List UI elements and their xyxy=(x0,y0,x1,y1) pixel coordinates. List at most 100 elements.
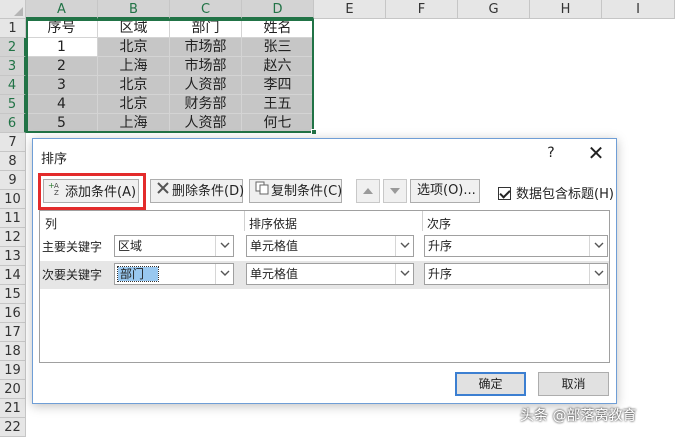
header-cell-dept[interactable]: 部门 xyxy=(170,19,242,38)
table-cell[interactable]: 财务部 xyxy=(170,95,242,114)
svg-text:Z: Z xyxy=(54,189,59,196)
secondary-column-value: 部门 xyxy=(116,266,160,282)
table-cell[interactable]: 北京 xyxy=(98,38,170,57)
sort-dialog: 排序 ? ✕ + A Z 添加条件(A) 删除条件(D) 复制条件(C) 选项(O)… xyxy=(32,138,617,404)
secondary-sort-on-select[interactable]: 单元格值 xyxy=(246,263,414,285)
checkbox-checked-icon[interactable] xyxy=(498,187,511,200)
chevron-down-icon xyxy=(589,236,607,256)
row-header-8[interactable]: 8 xyxy=(0,152,26,171)
column-header-h[interactable]: H xyxy=(530,0,602,19)
primary-sort-on-value: 单元格值 xyxy=(250,239,299,253)
column-header-f[interactable]: F xyxy=(386,0,458,19)
column-header-a[interactable]: A xyxy=(26,0,98,19)
has-header-label: 数据包含标题(H) xyxy=(516,187,614,202)
row-header-17[interactable]: 17 xyxy=(0,323,26,342)
column-header-i[interactable]: I xyxy=(602,0,675,19)
copy-level-label: 复制条件(C) xyxy=(271,184,343,199)
header-cell-seq[interactable]: 序号 xyxy=(26,19,98,38)
table-cell[interactable]: 1 xyxy=(26,38,98,57)
move-down-button[interactable] xyxy=(383,179,407,203)
table-cell[interactable]: 4 xyxy=(26,95,98,114)
row-header-6[interactable]: 6 xyxy=(0,114,26,133)
copy-level-button[interactable]: 复制条件(C) xyxy=(249,179,342,203)
table-cell[interactable]: 张三 xyxy=(242,38,314,57)
sort-on-header-label: 排序依据 xyxy=(249,217,298,231)
ok-button[interactable]: 确定 xyxy=(455,372,526,396)
order-header-label: 次序 xyxy=(427,217,452,231)
row-header-19[interactable]: 19 xyxy=(0,361,26,380)
row-header-2[interactable]: 2 xyxy=(0,38,26,57)
row-header-9[interactable]: 9 xyxy=(0,171,26,190)
dialog-title: 排序 xyxy=(41,152,68,167)
header-cell-name[interactable]: 姓名 xyxy=(242,19,314,38)
row-header-15[interactable]: 15 xyxy=(0,285,26,304)
delete-level-label: 删除条件(D) xyxy=(172,184,245,199)
row-header-16[interactable]: 16 xyxy=(0,304,26,323)
row-header-14[interactable]: 14 xyxy=(0,266,26,285)
table-cell[interactable]: 上海 xyxy=(98,57,170,76)
column-header-d[interactable]: D xyxy=(242,0,314,19)
row-header-20[interactable]: 20 xyxy=(0,380,26,399)
chevron-down-icon xyxy=(215,264,233,284)
table-cell[interactable]: 5 xyxy=(26,114,98,133)
column-divider xyxy=(422,211,423,231)
row-header-10[interactable]: 10 xyxy=(0,190,26,209)
primary-order-select[interactable]: 升序 xyxy=(424,235,608,257)
options-button[interactable]: 选项(O)... xyxy=(410,179,480,203)
move-up-button[interactable] xyxy=(356,179,380,203)
select-all-corner[interactable] xyxy=(0,0,26,19)
cancel-button[interactable]: 取消 xyxy=(538,372,609,396)
row-header-12[interactable]: 12 xyxy=(0,228,26,247)
arrow-down-icon xyxy=(390,188,400,194)
table-cell[interactable]: 李四 xyxy=(242,76,314,95)
chevron-down-icon xyxy=(215,236,233,256)
column-divider xyxy=(244,211,245,231)
row-header-11[interactable]: 11 xyxy=(0,209,26,228)
row-header-22[interactable]: 22 xyxy=(0,418,26,437)
table-cell[interactable]: 赵六 xyxy=(242,57,314,76)
secondary-order-value: 升序 xyxy=(428,267,453,281)
table-cell[interactable]: 人资部 xyxy=(170,76,242,95)
column-header-b[interactable]: B xyxy=(98,0,170,19)
row-header-5[interactable]: 5 xyxy=(0,95,26,114)
table-cell[interactable]: 市场部 xyxy=(170,57,242,76)
row-header-21[interactable]: 21 xyxy=(0,399,26,418)
arrow-up-icon xyxy=(363,188,373,194)
secondary-order-select[interactable]: 升序 xyxy=(424,263,608,285)
table-cell[interactable]: 北京 xyxy=(98,95,170,114)
row-header-3[interactable]: 3 xyxy=(0,57,26,76)
sort-levels-grid: 列 排序依据 次序 主要关键字 区域 单元格值 升序 次要关键字 部门 单元格值 xyxy=(39,210,610,363)
fill-handle[interactable] xyxy=(311,129,317,135)
delete-level-button[interactable]: 删除条件(D) xyxy=(150,179,245,203)
table-cell[interactable]: 市场部 xyxy=(170,38,242,57)
table-cell[interactable]: 人资部 xyxy=(170,114,242,133)
primary-key-label: 主要关键字 xyxy=(42,240,103,254)
column-header-g[interactable]: G xyxy=(458,0,530,19)
watermark: 头条 @部落窝教育 xyxy=(520,408,637,424)
column-header-e[interactable]: E xyxy=(314,0,386,19)
table-cell[interactable]: 何七 xyxy=(242,114,314,133)
table-cell[interactable]: 上海 xyxy=(98,114,170,133)
header-cell-region[interactable]: 区域 xyxy=(98,19,170,38)
primary-sort-on-select[interactable]: 单元格值 xyxy=(246,235,414,257)
chevron-down-icon xyxy=(395,236,413,256)
help-button[interactable]: ? xyxy=(543,145,559,161)
has-header-checkbox[interactable]: 数据包含标题(H) xyxy=(498,183,614,202)
primary-column-value: 区域 xyxy=(118,239,143,253)
add-level-label: 添加条件(A) xyxy=(65,185,137,200)
table-cell[interactable]: 3 xyxy=(26,76,98,95)
table-cell[interactable]: 王五 xyxy=(242,95,314,114)
secondary-column-select[interactable]: 部门 xyxy=(114,263,234,285)
row-header-7[interactable]: 7 xyxy=(0,133,26,152)
table-cell[interactable]: 2 xyxy=(26,57,98,76)
add-level-button[interactable]: + A Z 添加条件(A) xyxy=(43,179,139,203)
chevron-down-icon xyxy=(589,264,607,284)
primary-column-select[interactable]: 区域 xyxy=(114,235,234,257)
row-header-1[interactable]: 1 xyxy=(0,19,26,38)
column-header-c[interactable]: C xyxy=(170,0,242,19)
close-button[interactable]: ✕ xyxy=(585,142,607,164)
row-header-4[interactable]: 4 xyxy=(0,76,26,95)
row-header-13[interactable]: 13 xyxy=(0,247,26,266)
row-header-18[interactable]: 18 xyxy=(0,342,26,361)
table-cell[interactable]: 北京 xyxy=(98,76,170,95)
